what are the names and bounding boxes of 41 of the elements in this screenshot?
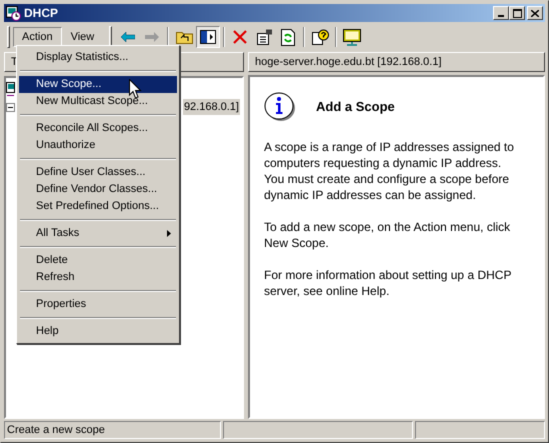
monitor-icon <box>343 28 362 46</box>
right-arrow-icon <box>145 32 160 42</box>
tree-label[interactable]: 92.168.0.1] <box>182 98 240 116</box>
menu-item[interactable]: New Multicast Scope... <box>19 93 177 110</box>
delete-icon <box>233 30 248 44</box>
app-icon <box>6 6 21 20</box>
menu-item[interactable]: New Scope... <box>19 76 177 93</box>
folder-up-icon <box>176 30 193 44</box>
menu-item[interactable]: Unauthorize <box>19 137 177 154</box>
left-arrow-icon <box>121 32 136 42</box>
description-text: To add a new scope, on the Action menu, click New Scope. <box>264 219 512 251</box>
minimize-button[interactable] <box>493 6 509 20</box>
refresh-icon <box>281 28 296 46</box>
status-text: Create a new scope <box>4 421 221 439</box>
maximize-button[interactable] <box>509 6 525 20</box>
toolbar-button[interactable] <box>196 26 220 48</box>
submenu-arrow-icon <box>167 230 171 237</box>
menu-item[interactable]: Define User Classes... <box>19 164 177 181</box>
window-title: DHCP <box>24 5 58 22</box>
submenu-item[interactable]: All Tasks <box>19 225 177 242</box>
menu-item[interactable]: Set Predefined Options... <box>19 198 177 215</box>
maximize-icon <box>512 8 522 18</box>
description-text: A scope is a range of IP addresses assigned to computers requesting a dynamic IP address. You must create and configure a scope before dynamic IP addresses can be assigned. <box>264 139 514 203</box>
properties-icon <box>256 29 273 45</box>
menu-item[interactable]: Properties <box>19 296 177 313</box>
pane-header: hoge-server.hoge.edu.bt [192.168.0.1] <box>248 52 545 72</box>
split-pane-icon <box>200 30 216 44</box>
expander-icon[interactable] <box>6 102 15 112</box>
description-text: For more information about setting up a DHCP server, see online Help. <box>264 267 512 299</box>
menu-item[interactable]: Delete <box>19 252 177 269</box>
menu-item[interactable]: Refresh <box>19 269 177 286</box>
menu-item[interactable]: View <box>62 27 104 47</box>
close-button[interactable] <box>527 6 543 20</box>
section-title: Add a Scope <box>316 98 395 116</box>
menu-item[interactable]: Display Statistics... <box>19 49 177 66</box>
info-icon <box>264 91 296 123</box>
help-icon <box>312 29 329 45</box>
menu-item[interactable]: Define Vendor Classes... <box>19 181 177 198</box>
menu-item[interactable]: Reconcile All Scopes... <box>19 120 177 137</box>
close-icon <box>531 10 539 16</box>
menu-item[interactable]: Help <box>19 323 177 340</box>
